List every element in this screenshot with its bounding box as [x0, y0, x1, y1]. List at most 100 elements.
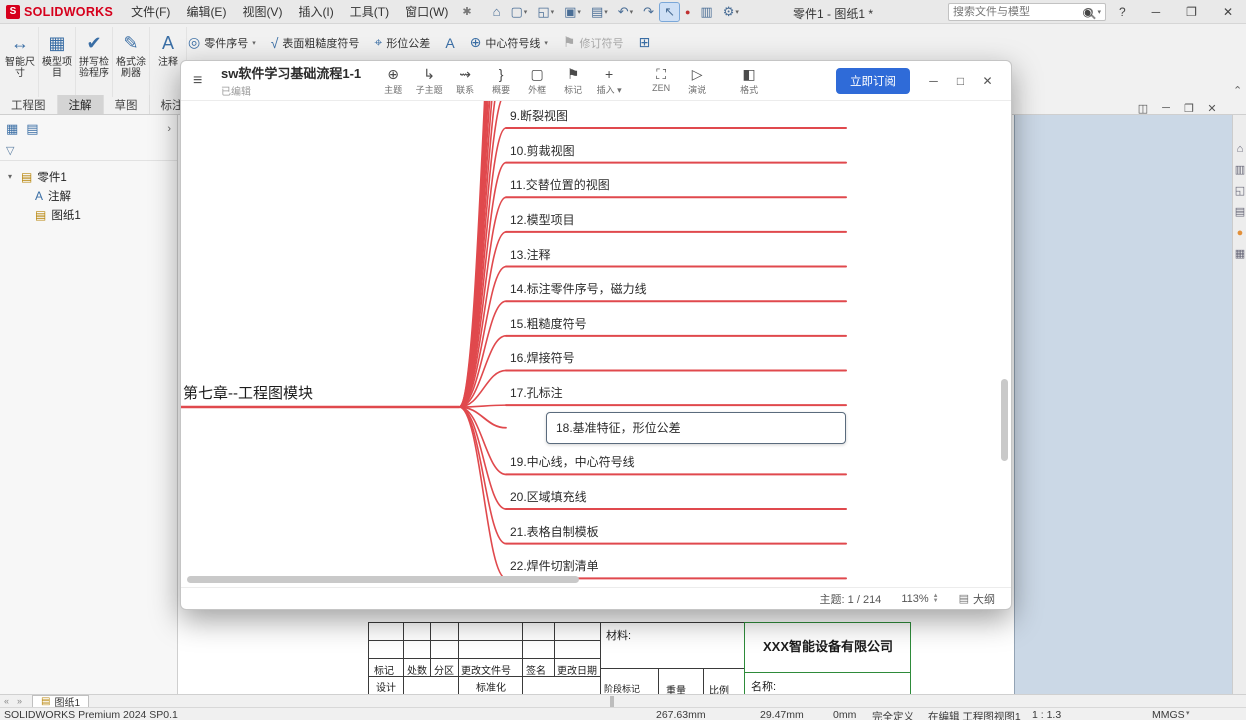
- menu-view[interactable]: 视图(V): [234, 0, 290, 24]
- marker-button[interactable]: ⚑ 标记: [555, 65, 591, 96]
- expand-arrow-icon[interactable]: ▾: [8, 172, 16, 181]
- format-painter-button[interactable]: ✎ 格式涂刷器: [113, 27, 150, 97]
- topic-button[interactable]: ⊕ 主题: [375, 65, 411, 96]
- zoom-stepper-icon[interactable]: ▲ ▼: [933, 593, 939, 604]
- mindmap-root-topic[interactable]: 第七章--工程图模块: [183, 382, 313, 403]
- zoom-control[interactable]: 113% ▲ ▼: [901, 593, 938, 605]
- pitch-button[interactable]: ▷ 演说: [679, 65, 715, 96]
- mindmap-topic[interactable]: 19.中心线，中心符号线: [510, 453, 635, 470]
- menu-icon[interactable]: ≡: [193, 72, 215, 90]
- geometric-tolerance-button[interactable]: ⌖ 形位公差: [374, 34, 430, 51]
- featuremanager-tab-icon[interactable]: ▦: [6, 121, 18, 137]
- insert-button[interactable]: + 插入 ▾: [591, 65, 627, 96]
- mindmap-topic[interactable]: 22.焊件切割清单: [510, 557, 599, 574]
- mindmap-close-icon[interactable]: ✕: [974, 74, 1001, 88]
- mindmap-topic[interactable]: 16.焊接符号: [510, 349, 575, 366]
- tab-草图[interactable]: 草图: [104, 95, 150, 114]
- filter-icon[interactable]: ▽: [6, 144, 14, 157]
- user-account-button[interactable]: ◉: [1078, 3, 1096, 21]
- appearances-icon[interactable]: ●: [1233, 223, 1246, 244]
- tool-label: 修订符号: [579, 37, 624, 50]
- mindmap-topic[interactable]: 20.区域填充线: [510, 488, 587, 505]
- center-mark-button[interactable]: ⊕ 中心符号线 ▾: [470, 34, 548, 51]
- menu-edit[interactable]: 编辑(E): [178, 0, 234, 24]
- vertical-scrollbar[interactable]: [1001, 379, 1008, 461]
- resources-home-icon[interactable]: ⌂: [1233, 139, 1246, 160]
- sheet-scroll-left-icon[interactable]: «: [0, 696, 13, 706]
- general-table-button[interactable]: ⊞: [638, 34, 650, 51]
- mindmap-canvas[interactable]: 第七章--工程图模块 9.断裂视图 10.剪裁视图 11.交替位置的视图 12.模型项…: [181, 101, 1011, 587]
- child-minimize-icon[interactable]: ─: [1159, 102, 1173, 115]
- file-explorer-icon[interactable]: ◱: [1233, 181, 1246, 202]
- subscribe-button[interactable]: 立即订阅: [836, 67, 910, 94]
- menu-window[interactable]: 窗口(W): [397, 0, 456, 24]
- menu-tools[interactable]: 工具(T): [342, 0, 397, 24]
- tree-item-图纸1[interactable]: ▤ 图纸1: [0, 205, 177, 224]
- search-input[interactable]: [953, 6, 1082, 18]
- mindmap-topic[interactable]: 9.断裂视图: [510, 107, 568, 124]
- mindmap-topic[interactable]: 13.注释: [510, 246, 551, 263]
- datum-feature-button[interactable]: A: [445, 35, 454, 51]
- ribbon-collapse-icon[interactable]: ⌃: [1233, 84, 1242, 97]
- surface-finish-button[interactable]: √ 表面粗糙度符号: [271, 35, 360, 51]
- mindmap-topic[interactable]: 10.剪裁视图: [510, 142, 575, 159]
- smart-dimension-button[interactable]: ↔ 智能尺寸: [2, 27, 39, 97]
- mindmap-topic[interactable]: 17.孔标注: [510, 384, 563, 401]
- mindmap-maximize-icon[interactable]: □: [947, 74, 974, 88]
- mindmap-minimize-icon[interactable]: ─: [920, 74, 947, 88]
- pin-menu-icon[interactable]: ✱: [456, 5, 477, 18]
- window-minimize-button[interactable]: ─: [1148, 3, 1165, 21]
- outline-toggle[interactable]: ▤ 大纲: [959, 591, 995, 607]
- unit-system[interactable]: MMGS: [1152, 709, 1185, 720]
- sheet-scroll-right-icon[interactable]: »: [13, 696, 26, 706]
- unit-dropdown-icon[interactable]: ▾: [1186, 709, 1190, 717]
- spell-checker-button[interactable]: ✔ 拼写检验程序: [76, 27, 113, 97]
- new-document-button[interactable]: ▢ ▾: [507, 3, 532, 21]
- displaymanager-tab-icon[interactable]: ▤: [26, 121, 38, 137]
- redo-button[interactable]: ↷: [639, 3, 658, 21]
- sheet-tab[interactable]: ▤ 图纸1: [32, 695, 90, 709]
- subtopic-button[interactable]: ↳ 子主题: [411, 65, 447, 96]
- mindmap-topic[interactable]: 14.标注零件序号，磁力线: [510, 280, 647, 297]
- design-library-icon[interactable]: ▥: [1233, 160, 1246, 181]
- window-maximize-button[interactable]: ❐: [1182, 3, 1201, 21]
- mindmap-topic[interactable]: 12.模型项目: [510, 211, 575, 228]
- summary-button[interactable]: } 概要: [483, 65, 519, 96]
- help-button[interactable]: ?: [1115, 3, 1130, 21]
- model-items-button[interactable]: ▦ 模型项目: [39, 27, 76, 97]
- child-close-icon[interactable]: ✕: [1205, 102, 1219, 115]
- menu-file[interactable]: 文件(F): [123, 0, 178, 24]
- mindmap-topic-selected[interactable]: 18.基准特征，形位公差: [546, 411, 846, 444]
- menu-insert[interactable]: 插入(I): [290, 0, 341, 24]
- custom-properties-icon[interactable]: ▦: [1233, 244, 1246, 265]
- statusbar: SOLIDWORKS Premium 2024 SP0.1 267.63mm 2…: [0, 707, 1246, 720]
- mindmap-topic[interactable]: 11.交替位置的视图: [510, 176, 610, 193]
- rebuild-button[interactable]: ●: [681, 3, 694, 21]
- options-gear-button[interactable]: ⚙ ▾: [719, 3, 743, 21]
- dock-panel-icon[interactable]: ◫: [1136, 102, 1150, 115]
- tab-注解[interactable]: 注解: [57, 95, 104, 114]
- boundary-button[interactable]: ▢ 外框: [519, 65, 555, 96]
- sheet-properties-button[interactable]: ▥: [696, 3, 716, 21]
- tree-item-注解[interactable]: A 注解: [0, 186, 177, 205]
- home-button[interactable]: ⌂: [489, 3, 505, 21]
- tab-工程图[interactable]: 工程图: [0, 95, 58, 114]
- window-close-button[interactable]: ✕: [1219, 3, 1237, 21]
- pane-splitter[interactable]: [610, 696, 614, 707]
- open-button[interactable]: ◱ ▾: [533, 3, 558, 21]
- balloon-button[interactable]: ◎ 零件序号 ▾: [188, 34, 256, 51]
- select-arrow-button[interactable]: ↖: [659, 1, 680, 22]
- expand-panel-icon[interactable]: ›: [167, 123, 171, 135]
- mindmap-topic[interactable]: 15.粗糙度符号: [510, 315, 587, 332]
- undo-button[interactable]: ↶ ▾: [614, 3, 637, 21]
- format-button[interactable]: ◧ 格式: [731, 65, 767, 96]
- print-button[interactable]: ▤ ▾: [587, 3, 612, 21]
- view-palette-icon[interactable]: ▤: [1233, 202, 1246, 223]
- horizontal-scrollbar[interactable]: [187, 576, 579, 583]
- tree-item-零件1[interactable]: ▾ ▤ 零件1: [0, 167, 177, 186]
- child-restore-icon[interactable]: ❐: [1182, 102, 1196, 115]
- mindmap-topic[interactable]: 21.表格自制模板: [510, 523, 599, 540]
- save-button[interactable]: ▣ ▾: [560, 3, 585, 21]
- relationship-button[interactable]: ⇝ 联系: [447, 65, 483, 96]
- zen-mode-button[interactable]: ⛶ ZEN: [643, 65, 679, 93]
